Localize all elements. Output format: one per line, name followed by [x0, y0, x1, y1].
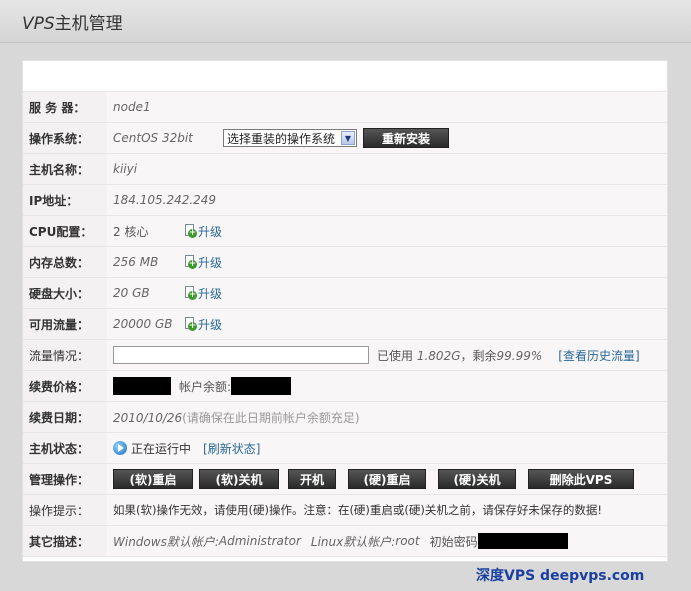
tip-text: 如果(软)操作无效，请使用(硬)操作。注意：在(硬)重启或(硬)关机之前，请保存… — [113, 503, 602, 517]
linux-user: root — [395, 534, 420, 548]
label-cpu: CPU配置： — [23, 215, 107, 247]
status-value: 正在运行中 — [131, 441, 192, 456]
row-ip: IP地址： 184.105.242.249 — [23, 184, 667, 216]
row-status: 主机状态： 正在运行中 [刷新状态] — [23, 432, 667, 464]
row-ops: 管理操作： (软)重启 (软)关机 开机 (硬)重启 (硬)关机 删除此VPS — [23, 463, 667, 495]
redacted-password — [477, 533, 568, 549]
label-tip: 操作提示： — [23, 494, 107, 526]
row-traffic: 可用流量： 20000 GB + 升级 — [23, 308, 667, 340]
label-other: 其它描述： — [23, 525, 107, 557]
watermark-text: 深度VPS deepvps.com — [476, 568, 645, 584]
label-price: 续费价格： — [23, 370, 107, 402]
upgrade-disk-link[interactable]: + 升级 — [185, 285, 222, 302]
label-status: 主机状态： — [23, 432, 107, 464]
os-select[interactable]: 选择重装的操作系统 ▼ — [223, 129, 357, 147]
value-server: node1 — [113, 100, 151, 114]
usage-text: 已使用 1.802G，剩余99.99% — [377, 348, 543, 363]
label-server: 服 务 器： — [23, 92, 107, 123]
row-price: 续费价格： 帐户余额: — [23, 370, 667, 402]
soft-restart-button[interactable]: (软)重启 — [113, 469, 193, 489]
hard-shutdown-button[interactable]: (硬)关机 — [438, 469, 516, 489]
hard-restart-button[interactable]: (硬)重启 — [348, 469, 426, 489]
page-title: VPS主机管理 — [22, 14, 123, 34]
win-user: Administrator — [218, 534, 301, 548]
os-select-value: 选择重装的操作系统 — [227, 131, 336, 146]
running-icon — [113, 441, 127, 455]
value-disk: 20 GB — [113, 286, 150, 300]
value-hostname: kiiyi — [113, 162, 138, 176]
value-os: CentOS 32bit — [113, 131, 193, 145]
row-server: 服 务 器： node1 — [23, 92, 667, 123]
pwd-label: 初始密码 — [429, 534, 478, 549]
chevron-down-icon[interactable]: ▼ — [341, 131, 355, 145]
upgrade-icon: + — [185, 317, 197, 331]
row-hostname: 主机名称： kiiyi — [23, 153, 667, 185]
history-traffic-link[interactable]: [查看历史流量] — [558, 347, 639, 364]
upgrade-icon: + — [185, 224, 197, 238]
panel-header — [23, 61, 667, 92]
label-disk: 硬盘大小： — [23, 277, 107, 309]
row-disk: 硬盘大小： 20 GB + 升级 — [23, 277, 667, 309]
refresh-status-link[interactable]: [刷新状态] — [203, 440, 260, 457]
upgrade-icon: + — [185, 286, 197, 300]
label-date: 续费日期： — [23, 401, 107, 433]
balance-label: 帐户余额: — [179, 379, 232, 394]
label-ops: 管理操作： — [23, 463, 107, 495]
value-cpu: 2 核心 — [113, 224, 149, 239]
value-traffic: 20000 GB — [113, 317, 173, 331]
info-table: 服 务 器： node1 操作系统： CentOS 32bit 选择重装的操作系… — [23, 92, 667, 557]
upgrade-cpu-link[interactable]: + 升级 — [185, 223, 222, 240]
title-bar: VPS主机管理 — [0, 0, 691, 43]
upgrade-traffic-link[interactable]: + 升级 — [185, 316, 222, 333]
date-note: (请确保在此日期前帐户余额充足) — [182, 410, 360, 425]
row-other: 其它描述： Windows默认帐户: Administrator Linux默认帐… — [23, 525, 667, 557]
label-ip: IP地址： — [23, 184, 107, 216]
power-on-button[interactable]: 开机 — [288, 469, 336, 489]
row-tip: 操作提示： 如果(软)操作无效，请使用(硬)操作。注意：在(硬)重启或(硬)关机… — [23, 494, 667, 526]
label-mem: 内存总数： — [23, 246, 107, 278]
linux-prefix: Linux默认帐户: — [310, 534, 396, 549]
value-ip: 184.105.242.249 — [113, 193, 217, 207]
reinstall-button[interactable]: 重新安装 — [363, 128, 449, 148]
value-mem: 256 MB — [113, 255, 159, 269]
row-mem: 内存总数： 256 MB + 升级 — [23, 246, 667, 278]
label-os: 操作系统： — [23, 122, 107, 154]
value-date: 2010/10/26 — [113, 410, 183, 425]
label-hostname: 主机名称： — [23, 153, 107, 185]
row-usage: 流量情况： 已使用 1.802G，剩余99.99% [查看历史流量] — [23, 339, 667, 371]
label-usage: 流量情况： — [23, 339, 107, 371]
row-os: 操作系统： CentOS 32bit 选择重装的操作系统 ▼ 重新安装 — [23, 122, 667, 154]
delete-vps-button[interactable]: 删除此VPS — [528, 469, 634, 489]
soft-shutdown-button[interactable]: (软)关机 — [199, 469, 279, 489]
row-cpu: CPU配置： 2 核心 + 升级 — [23, 215, 667, 247]
win-prefix: Windows默认帐户: — [113, 534, 219, 549]
row-date: 续费日期： 2010/10/26(请确保在此日期前帐户余额充足) — [23, 401, 667, 433]
redacted-price — [113, 377, 171, 395]
label-traffic: 可用流量： — [23, 308, 107, 340]
page: VPS主机管理 服 务 器： node1 操作系统： CentOS 32bit … — [0, 0, 691, 591]
upgrade-mem-link[interactable]: + 升级 — [185, 254, 222, 271]
info-panel: 服 务 器： node1 操作系统： CentOS 32bit 选择重装的操作系… — [22, 60, 668, 562]
usage-bar — [113, 346, 369, 364]
redacted-balance — [231, 377, 292, 395]
upgrade-icon: + — [185, 255, 197, 269]
